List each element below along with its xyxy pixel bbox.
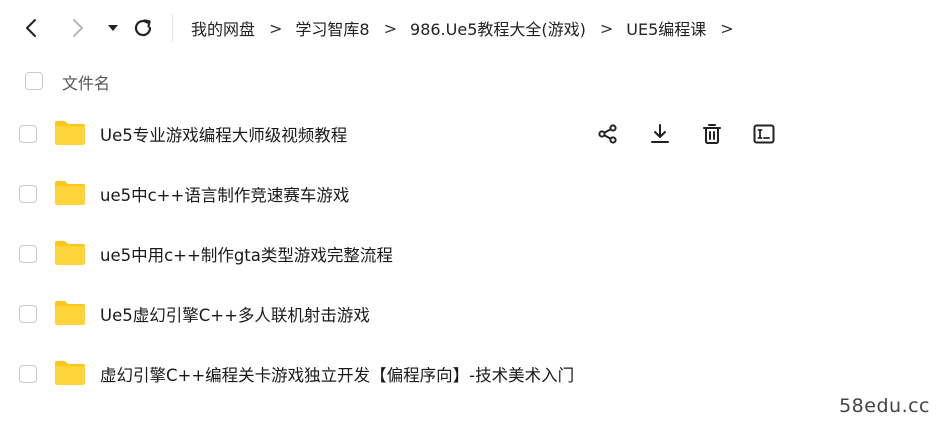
breadcrumb-separator: >	[269, 18, 283, 38]
breadcrumb-separator: >	[720, 18, 734, 38]
breadcrumb-item[interactable]: 986.Ue5教程大全(游戏)	[410, 16, 586, 40]
folder-icon	[55, 181, 85, 205]
refresh-icon	[134, 19, 152, 37]
chevron-left-icon	[26, 19, 36, 37]
row-checkbox[interactable]	[19, 305, 37, 323]
navigation-bar: 我的网盘 > 学习智库8 > 986.Ue5教程大全(游戏) > UE5编程课 …	[0, 0, 940, 56]
file-list-header: 文件名	[0, 62, 940, 100]
select-all-checkbox[interactable]	[25, 72, 43, 90]
breadcrumb-separator: >	[383, 18, 398, 38]
folder-icon	[55, 121, 85, 145]
chevron-right-icon	[73, 19, 83, 37]
file-name[interactable]: Ue5专业游戏编程大师级视频教程	[100, 122, 347, 146]
delete-button[interactable]	[700, 122, 724, 146]
folder-icon	[55, 301, 85, 325]
row-checkbox[interactable]	[19, 365, 37, 383]
share-icon	[598, 124, 617, 144]
file-name[interactable]: ue5中用c++制作gta类型游戏完整流程	[100, 242, 393, 266]
row-checkbox[interactable]	[19, 185, 37, 203]
file-row[interactable]: ue5中用c++制作gta类型游戏完整流程	[0, 230, 940, 278]
caret-down-icon	[108, 25, 118, 31]
refresh-button[interactable]	[131, 16, 155, 40]
breadcrumb-item[interactable]: 我的网盘	[191, 16, 255, 40]
breadcrumb-item[interactable]: 学习智库8	[295, 16, 369, 40]
file-row[interactable]: ue5中c++语言制作竞速赛车游戏	[0, 170, 940, 218]
row-checkbox[interactable]	[19, 125, 37, 143]
breadcrumb-item[interactable]: UE5编程课	[626, 16, 706, 40]
nav-divider	[172, 14, 173, 42]
file-name[interactable]: Ue5虚幻引擎C++多人联机射击游戏	[100, 302, 370, 326]
folder-icon	[55, 361, 85, 385]
breadcrumb-separator: >	[599, 18, 614, 38]
file-row[interactable]: Ue5虚幻引擎C++多人联机射击游戏	[0, 290, 940, 338]
folder-icon	[55, 241, 85, 265]
watermark: 58edu.cc	[839, 395, 930, 417]
file-row[interactable]: Ue5专业游戏编程大师级视频教程	[0, 110, 940, 158]
history-dropdown-button[interactable]	[101, 16, 125, 40]
breadcrumb: 我的网盘 > 学习智库8 > 986.Ue5教程大全(游戏) > UE5编程课 …	[191, 15, 747, 41]
rename-button[interactable]	[752, 122, 776, 146]
file-name[interactable]: 虚幻引擎C++编程关卡游戏独立开发【偏程序向】-技术美术入门	[100, 362, 574, 386]
download-icon	[651, 124, 669, 143]
file-row[interactable]: 虚幻引擎C++编程关卡游戏独立开发【偏程序向】-技术美术入门	[0, 350, 940, 398]
share-button[interactable]	[596, 122, 620, 146]
back-button[interactable]	[20, 16, 44, 40]
row-checkbox[interactable]	[19, 245, 37, 263]
row-actions	[596, 122, 776, 146]
rename-icon	[753, 124, 775, 144]
forward-button[interactable]	[65, 16, 89, 40]
file-name[interactable]: ue5中c++语言制作竞速赛车游戏	[100, 182, 349, 206]
column-header-filename[interactable]: 文件名	[62, 70, 110, 94]
download-button[interactable]	[648, 122, 672, 146]
delete-icon	[703, 124, 721, 144]
